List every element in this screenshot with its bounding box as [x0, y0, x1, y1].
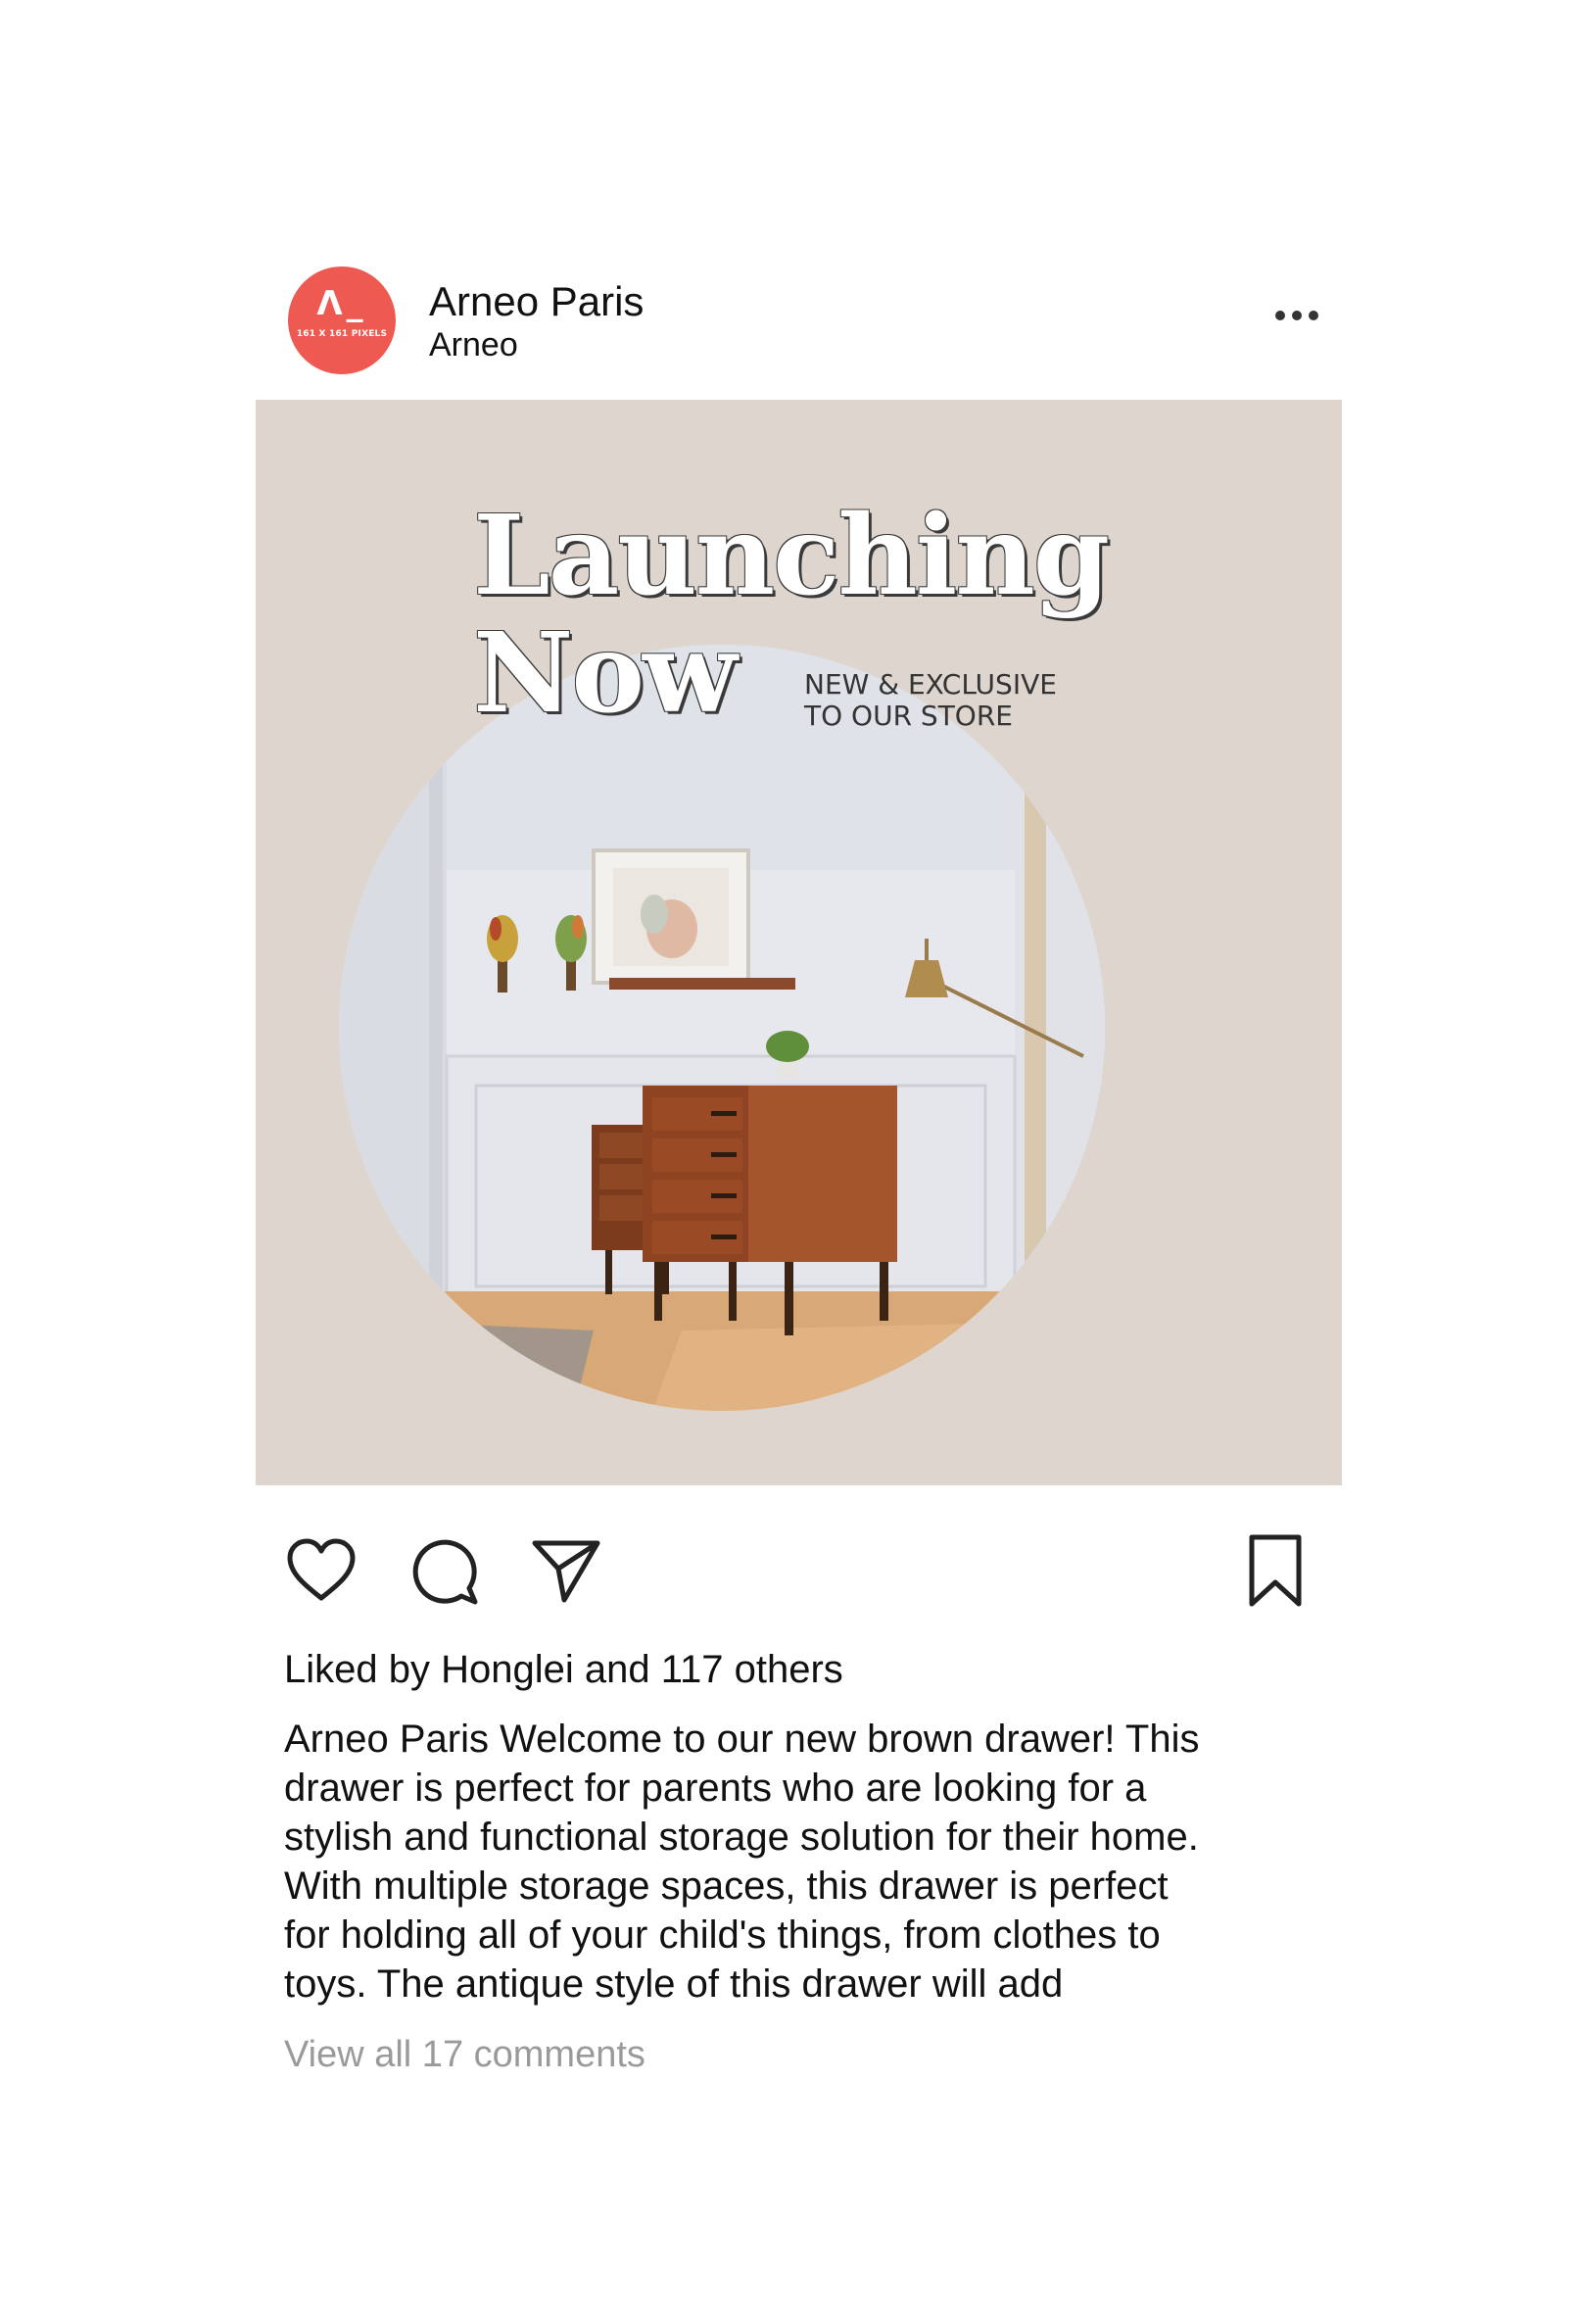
hero-subtitle-line: TO OUR STORE [804, 700, 1013, 732]
view-comments-link[interactable]: View all 17 comments [284, 2031, 645, 2078]
heart-icon[interactable] [284, 1533, 358, 1608]
more-options-button[interactable] [1267, 296, 1326, 335]
hero-title: Now [473, 609, 737, 738]
hero-title: Launching [473, 492, 1110, 620]
caption-line: for holding all of your child's things, … [284, 1913, 1161, 1957]
caption-line: drawer is perfect for parents who are lo… [284, 1767, 1147, 1810]
hero-subtitle: NEW & EXCLUSIVE TO OUR STORE [804, 669, 1098, 732]
more-horizontal-icon [1309, 311, 1318, 320]
avatar-logo-caption: 161 X 161 PIXELS [296, 329, 388, 339]
room-scene-photo [339, 645, 1105, 1411]
post-header: Λ_ 161 X 161 PIXELS Arneo Paris Arneo [253, 263, 1350, 380]
avatar[interactable]: Λ_ 161 X 161 PIXELS [288, 266, 396, 374]
caption-line: With multiple storage spaces, this drawe… [284, 1864, 1169, 1908]
avatar-logo-mark: Λ_ [316, 284, 367, 323]
send-icon[interactable] [529, 1533, 603, 1608]
post-caption: Arneo Paris Welcome to our new brown dra… [284, 1715, 1313, 2009]
more-horizontal-icon [1292, 311, 1302, 320]
caption-line: stylish and functional storage solution … [284, 1816, 1199, 1859]
room-scene-illustration [339, 645, 1105, 1411]
likes-summary[interactable]: Liked by Honglei and 117 others [284, 1646, 843, 1693]
post-image[interactable]: Launching Now NEW & EXCLUSIVE TO OUR STO… [256, 400, 1342, 1485]
caption-line: toys. The antique style of this drawer w… [284, 1962, 1064, 2006]
account-handle[interactable]: Arneo [429, 325, 518, 364]
more-horizontal-icon [1275, 311, 1285, 320]
action-bar [284, 1533, 1313, 1612]
bookmark-icon[interactable] [1238, 1533, 1313, 1608]
caption-line: Arneo Paris Welcome to our new brown dra… [284, 1718, 1200, 1761]
hero-subtitle-line: NEW & EXCLUSIVE [804, 668, 1057, 701]
account-name[interactable]: Arneo Paris [429, 278, 644, 325]
comment-icon[interactable] [406, 1533, 481, 1608]
